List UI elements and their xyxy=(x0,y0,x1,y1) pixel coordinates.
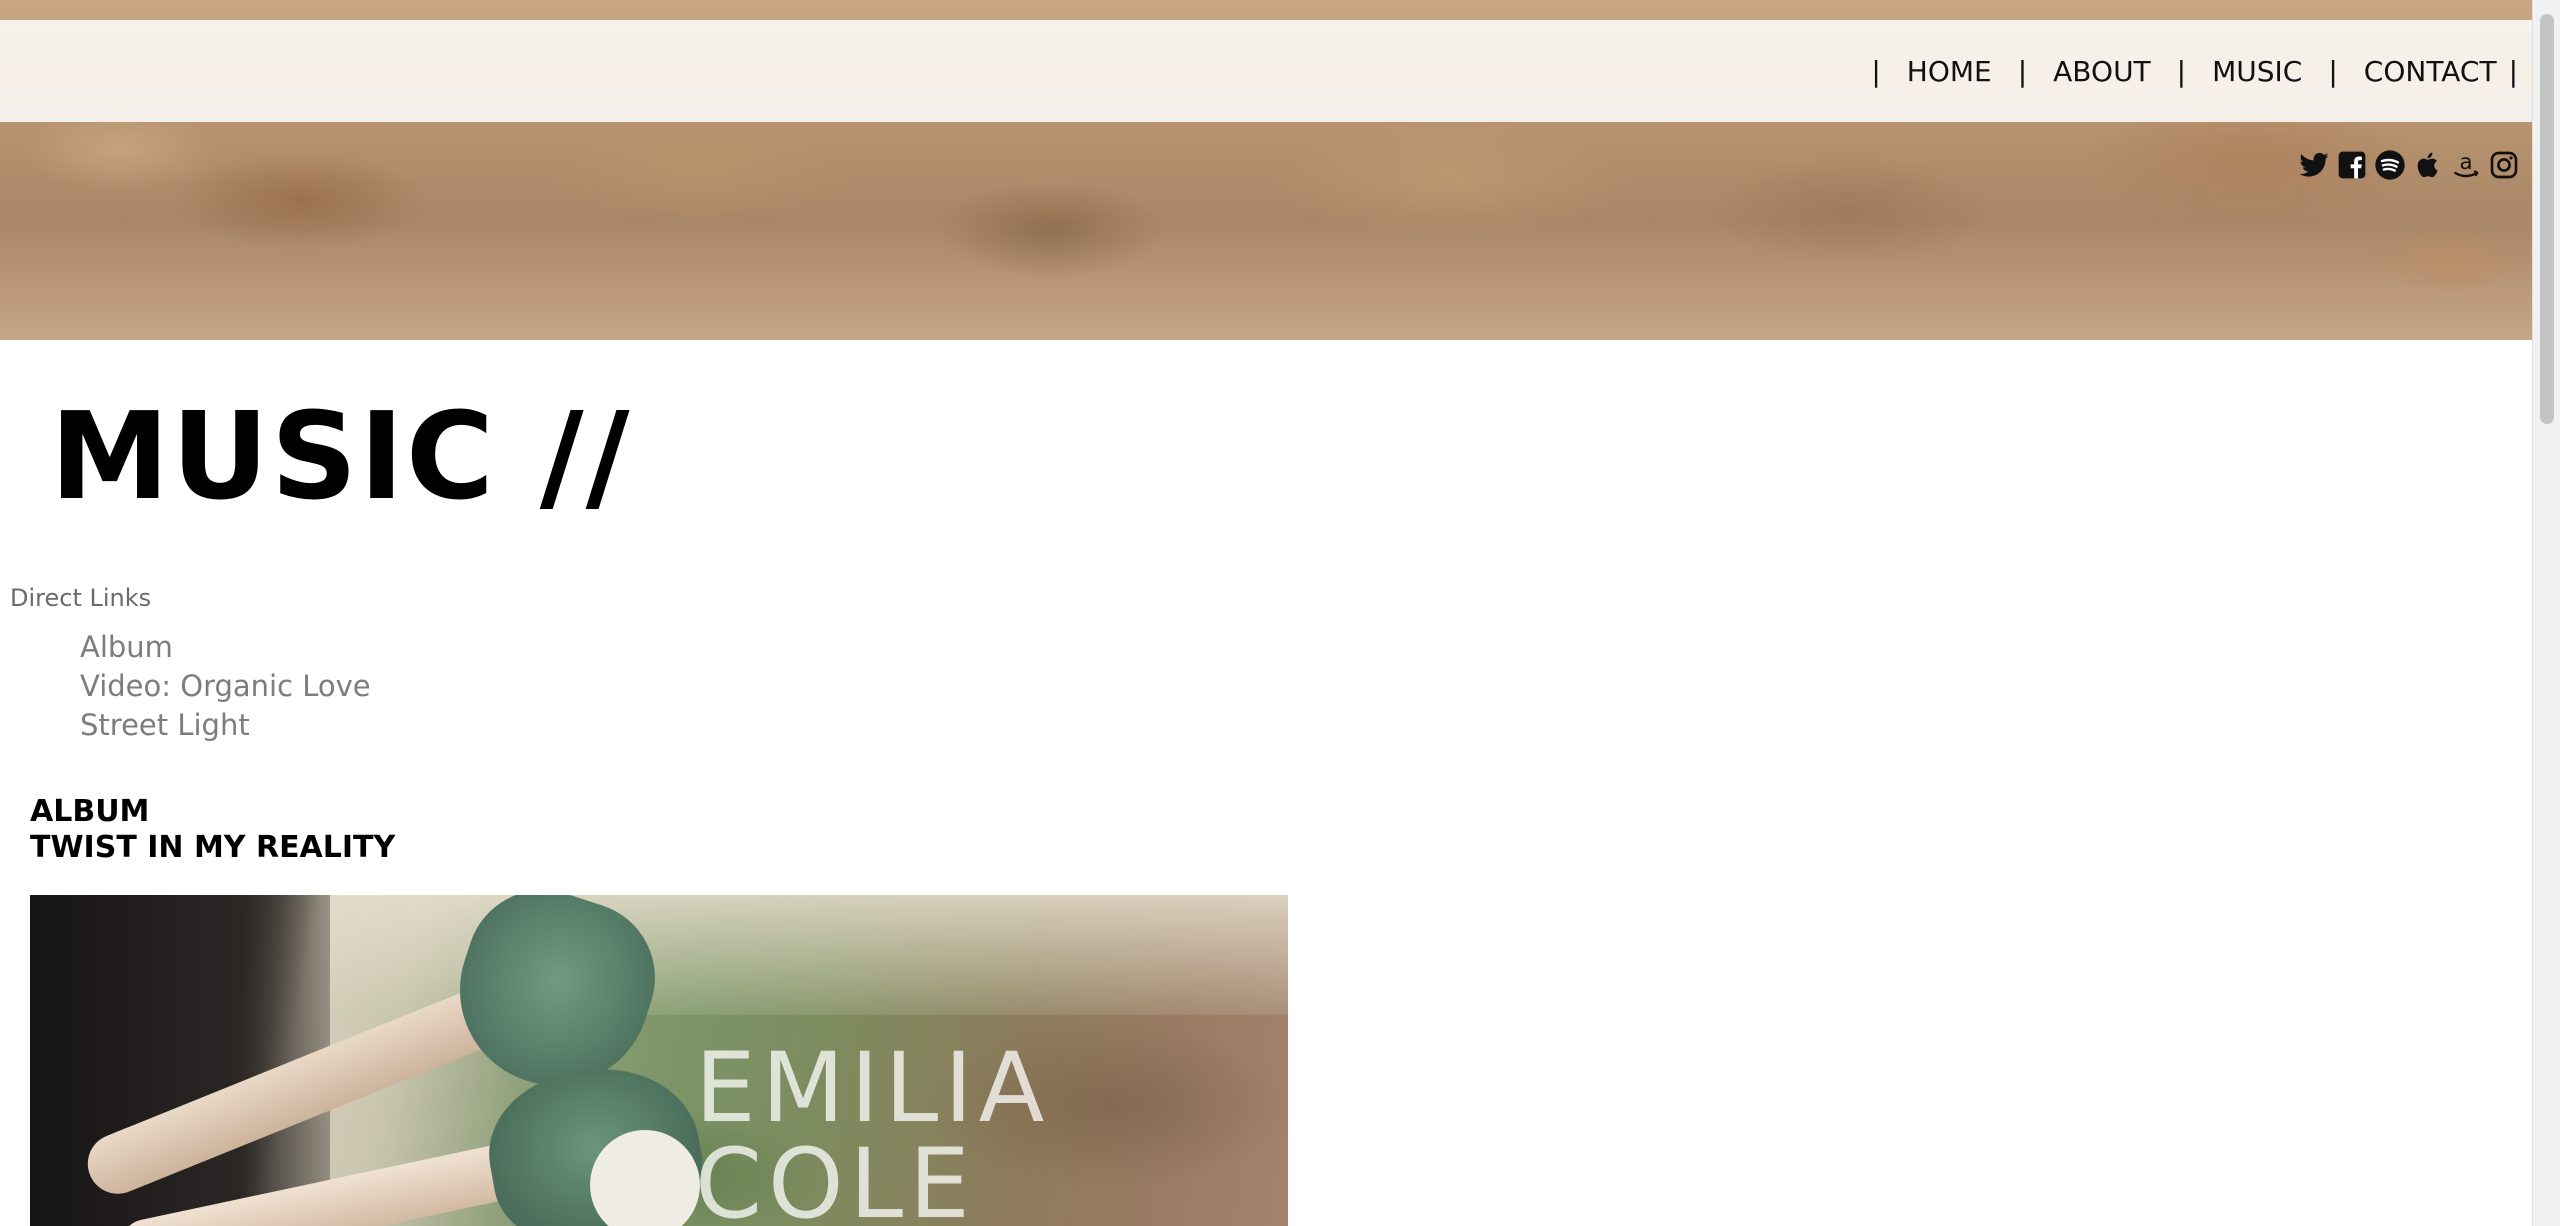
amazon-icon[interactable]: a xyxy=(2450,149,2482,181)
svg-text:a: a xyxy=(2459,150,2472,175)
album-section-label: ALBUM xyxy=(30,794,150,829)
direct-link-album[interactable]: Album xyxy=(80,630,173,664)
album-art-car-interior xyxy=(30,895,330,1226)
album-art-text-line: EMILIA xyxy=(695,1032,1051,1144)
nav-separator: | xyxy=(1871,54,1881,88)
nav-separator: | xyxy=(2176,54,2187,88)
nav-contact-link[interactable]: CONTACT xyxy=(2352,55,2497,88)
page-title: MUSIC // xyxy=(50,388,632,527)
nav-separator: | xyxy=(2508,54,2518,88)
instagram-icon[interactable] xyxy=(2488,149,2520,181)
social-links: a xyxy=(2298,148,2520,182)
page-scrollbar[interactable] xyxy=(2532,0,2560,1226)
nav-separator: | xyxy=(2017,54,2028,88)
direct-links-title: Direct Links xyxy=(10,584,152,612)
facebook-icon[interactable] xyxy=(2336,149,2368,181)
navbar: | HOME | ABOUT | MUSIC | CONTACT | xyxy=(0,20,2532,122)
direct-link-street-light[interactable]: Street Light xyxy=(80,708,250,742)
nav-music-link[interactable]: MUSIC xyxy=(2200,55,2302,88)
header-hero: | HOME | ABOUT | MUSIC | CONTACT | a xyxy=(0,0,2532,340)
direct-links-list: Album Video: Organic Love Street Light xyxy=(80,628,371,745)
nav-about-link[interactable]: ABOUT xyxy=(2041,55,2151,88)
album-name: TWIST IN MY REALITY xyxy=(30,830,396,865)
main-nav: | HOME | ABOUT | MUSIC | CONTACT | xyxy=(1871,20,2518,122)
apple-icon[interactable] xyxy=(2412,149,2444,181)
nav-separator: | xyxy=(2328,54,2338,88)
scrollbar-thumb[interactable] xyxy=(2540,14,2554,424)
album-art-text-line: COLE xyxy=(695,1128,976,1226)
direct-link-video-organic-love[interactable]: Video: Organic Love xyxy=(80,669,371,703)
album-art-artist-name: EMILIA COLE xyxy=(695,1040,1050,1226)
nav-home-link[interactable]: HOME xyxy=(1895,55,1992,88)
album-cover-image[interactable]: EMILIA COLE xyxy=(30,895,1288,1226)
spotify-icon[interactable] xyxy=(2374,149,2406,181)
twitter-icon[interactable] xyxy=(2298,149,2330,181)
